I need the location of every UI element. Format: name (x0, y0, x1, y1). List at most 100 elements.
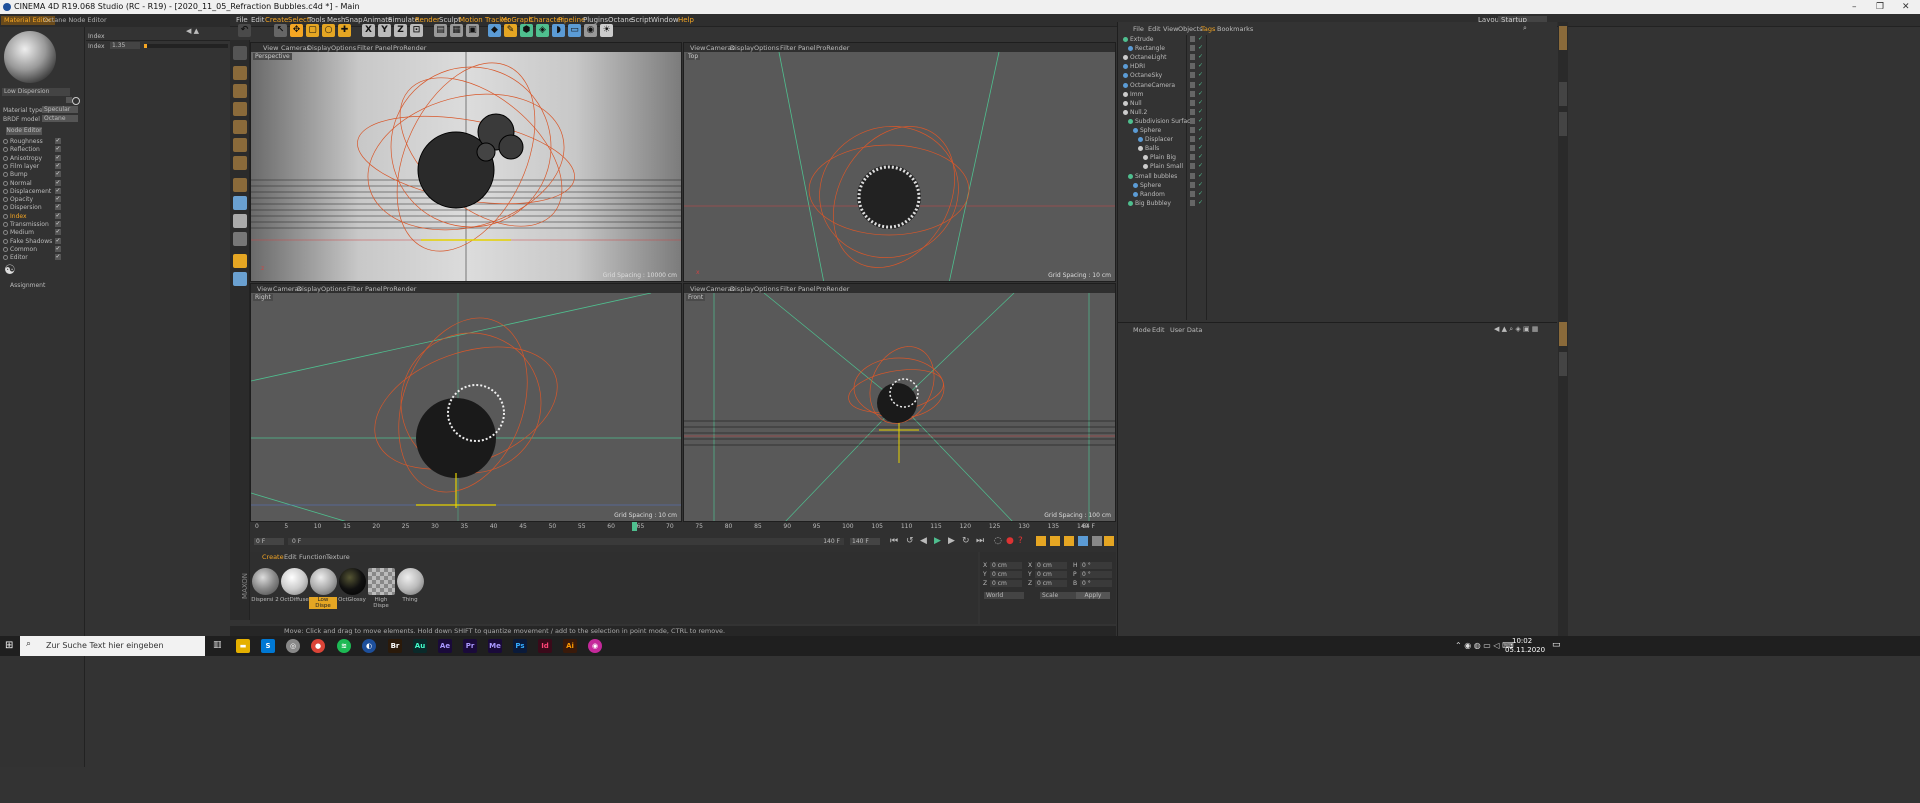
channel-checkbox[interactable]: ✓ (55, 196, 61, 203)
polygons-mode-icon[interactable] (233, 156, 247, 170)
taskbar-search[interactable]: ⌕ Zur Suche Text hier eingeben (20, 636, 205, 656)
material-thumb[interactable] (368, 568, 395, 595)
photoshop-icon[interactable]: Ps (513, 639, 527, 653)
attr-menu-edit[interactable]: Edit (1152, 326, 1165, 334)
object-name[interactable]: OctaneCamera (1130, 82, 1175, 89)
play-icon[interactable]: ▶ (934, 536, 941, 546)
visibility-toggle[interactable] (1190, 172, 1195, 179)
bridge-icon[interactable]: Br (388, 639, 402, 653)
channel-checkbox[interactable]: ✓ (55, 221, 61, 227)
visibility-toggle[interactable] (1190, 99, 1195, 106)
material-thumb[interactable] (339, 568, 366, 595)
maximize-button[interactable]: ❐ (1876, 0, 1884, 14)
enabled-checkmark-icon[interactable]: ✓ (1198, 117, 1203, 124)
object-name[interactable]: Imm (1130, 91, 1143, 98)
record-key-icon[interactable]: ◌ (994, 536, 1002, 546)
object-row[interactable]: Displacer ✓ (1118, 135, 1558, 144)
object-row[interactable]: HDRI ✓ (1118, 62, 1558, 71)
chrome-icon[interactable]: ● (311, 639, 325, 653)
obj-menu-edit[interactable]: Edit (1148, 25, 1161, 33)
menu-script[interactable]: Script (631, 16, 651, 24)
timeline-ruler[interactable]: 0 5 10 15 20 25 30 35 40 45 50 55 60 65 70 75 80 85 90 95 10… (250, 522, 1116, 532)
live-select-icon[interactable]: ↖ (274, 24, 287, 37)
end-frame-field[interactable]: 140 F (850, 538, 880, 545)
audition-icon[interactable]: Au (413, 639, 427, 653)
range-slider[interactable]: 0 F 140 F (288, 538, 844, 545)
vp-menu-prorender[interactable]: ProRender (383, 285, 416, 293)
channel-checkbox[interactable]: ✓ (55, 138, 61, 144)
close-button[interactable]: ✕ (1902, 0, 1910, 14)
enabled-checkmark-icon[interactable]: ✓ (1198, 126, 1203, 133)
enabled-checkmark-icon[interactable]: ✓ (1198, 81, 1203, 88)
matmgr-menu-texture[interactable]: Texture (326, 553, 350, 561)
visibility-toggle[interactable] (1190, 136, 1195, 143)
material-thumb[interactable] (281, 568, 308, 595)
object-name[interactable]: Extrude (1130, 36, 1153, 43)
viewport-perspective[interactable]: View Cameras Display Options Filter Pane… (250, 42, 682, 282)
channel-checkbox[interactable]: ✓ (55, 237, 61, 244)
material-thumb[interactable] (310, 568, 337, 595)
vp-menu-filter[interactable]: Filter (357, 44, 373, 52)
visibility-toggle[interactable] (1190, 181, 1195, 188)
key-position-icon[interactable] (1036, 536, 1046, 546)
channel-checkbox[interactable]: ✓ (55, 254, 61, 261)
coord-size-select[interactable]: Scale (1040, 592, 1080, 599)
array-icon[interactable]: ◈ (536, 24, 549, 37)
object-name[interactable]: OctaneLight (1130, 54, 1167, 61)
visibility-toggle[interactable] (1190, 63, 1195, 70)
goto-end-icon[interactable]: ⏭ (976, 536, 984, 546)
obj-menu-bookmarks[interactable]: Bookmarks (1217, 25, 1253, 33)
indesign-icon[interactable]: Id (538, 639, 552, 653)
object-name[interactable]: Random (1140, 191, 1165, 198)
channel-checkbox[interactable]: ✓ (55, 229, 61, 236)
rotate-tool-icon[interactable]: ○ (322, 24, 335, 37)
enabled-checkmark-icon[interactable]: ✓ (1198, 172, 1203, 179)
object-row[interactable]: Null.2 ✓ (1118, 108, 1558, 117)
coord-system-icon[interactable]: ⊡ (410, 24, 423, 37)
cube-primitive-icon[interactable]: ◆ (488, 24, 501, 37)
vp-menu-options[interactable]: Options (754, 44, 779, 52)
vp-menu-filter[interactable]: Filter (780, 44, 796, 52)
snap-icon[interactable] (233, 214, 247, 228)
subdivision-icon[interactable]: ⬢ (520, 24, 533, 37)
vp-menu-display[interactable]: Display (307, 44, 331, 52)
visibility-toggle[interactable] (1190, 190, 1195, 197)
workplane-mode-icon[interactable] (233, 102, 247, 116)
object-row[interactable]: Rectangle ✓ (1118, 44, 1558, 53)
tweak-mode-icon[interactable] (233, 196, 247, 210)
goto-start-icon[interactable]: ⏮ (890, 536, 898, 546)
viewport-top[interactable]: View Cameras Display Options Filter Pane… (683, 42, 1116, 282)
coord-value-field[interactable]: 0 cm (1035, 562, 1067, 569)
attr-menu-user-data[interactable]: User Data (1170, 326, 1202, 334)
coord-value-field[interactable]: 0 cm (990, 571, 1022, 578)
clock-time[interactable]: 10:02 (1512, 637, 1532, 645)
vp-menu-view[interactable]: View (690, 285, 705, 293)
vp-menu-view[interactable]: View (690, 44, 705, 52)
grid-icon[interactable] (233, 272, 247, 286)
axis-mode-icon[interactable] (233, 178, 247, 192)
playhead[interactable] (632, 522, 637, 531)
points-mode-icon[interactable] (233, 120, 247, 134)
attr-back-icon[interactable]: ◀ ▲ ⌕ ◈ ▣ ▦ (1494, 325, 1538, 334)
enabled-checkmark-icon[interactable]: ✓ (1198, 199, 1203, 206)
y-axis-icon[interactable]: Y (378, 24, 391, 37)
enabled-checkmark-icon[interactable]: ✓ (1198, 190, 1203, 197)
object-name[interactable]: Null (1130, 100, 1142, 107)
object-row[interactable]: Sphere ✓ (1118, 126, 1558, 135)
model-mode-icon[interactable] (233, 66, 247, 80)
deformer-icon[interactable]: ◗ (552, 24, 565, 37)
keyframe-selection-icon[interactable]: ? (1018, 536, 1023, 546)
brdf-model-select[interactable]: Octane (42, 115, 78, 122)
illustrator-icon[interactable]: Ai (563, 639, 577, 653)
index-slider[interactable] (144, 44, 228, 48)
object-name[interactable]: Rectangle (1135, 45, 1165, 52)
object-name[interactable]: Null.2 (1130, 109, 1147, 116)
visibility-toggle[interactable] (1190, 154, 1195, 161)
enabled-checkmark-icon[interactable]: ✓ (1198, 35, 1203, 42)
enabled-checkmark-icon[interactable]: ✓ (1198, 90, 1203, 97)
autokey-icon[interactable]: ● (1006, 536, 1014, 546)
pen-tool-icon[interactable]: ✎ (504, 24, 517, 37)
object-name[interactable]: Plain Big (1150, 154, 1176, 161)
render-settings-icon[interactable]: ▣ (466, 24, 479, 37)
material-reset-icon[interactable] (72, 97, 80, 105)
